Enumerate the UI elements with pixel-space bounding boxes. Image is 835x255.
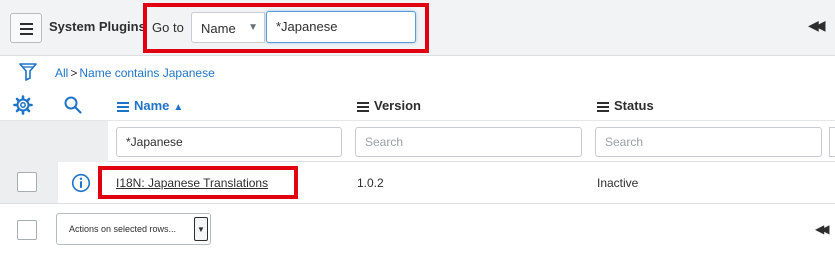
column-version-label: Version bbox=[374, 98, 421, 113]
column-header-status[interactable]: Status bbox=[597, 98, 654, 114]
gear-icon[interactable] bbox=[13, 95, 33, 115]
status-search-field[interactable] bbox=[595, 127, 822, 157]
version-search-input[interactable] bbox=[356, 128, 581, 156]
column-menu-icon[interactable] bbox=[597, 100, 609, 114]
name-search-input[interactable] bbox=[117, 128, 341, 156]
first-page-icon[interactable]: ◀◀ bbox=[808, 17, 825, 34]
search-icon[interactable] bbox=[63, 95, 83, 115]
first-page-icon[interactable]: ◀◀ bbox=[815, 222, 830, 236]
plugin-version: 1.0.2 bbox=[357, 176, 384, 190]
breadcrumb-separator: > bbox=[70, 66, 78, 80]
list-footer: Actions on selected rows... ▼ ◀◀ bbox=[0, 204, 835, 255]
row-checkbox[interactable] bbox=[17, 172, 37, 192]
column-menu-icon[interactable] bbox=[357, 100, 369, 114]
column-menu-icon[interactable] bbox=[117, 100, 129, 114]
info-icon[interactable] bbox=[71, 173, 91, 193]
highlight-plugin-row bbox=[98, 166, 298, 199]
highlight-goto-box bbox=[143, 3, 429, 53]
select-all-checkbox[interactable] bbox=[17, 220, 37, 240]
column-header-version[interactable]: Version bbox=[357, 98, 421, 114]
status-search-input[interactable] bbox=[596, 128, 821, 156]
hamburger-icon bbox=[20, 23, 33, 25]
column-name-label: Name bbox=[134, 98, 170, 113]
column-search-row bbox=[0, 120, 835, 162]
actions-select-label: Actions on selected rows... bbox=[69, 224, 177, 234]
version-search-field[interactable] bbox=[355, 127, 582, 157]
actions-select[interactable]: Actions on selected rows... ▼ bbox=[56, 213, 211, 245]
name-search-field[interactable] bbox=[116, 127, 342, 157]
column-header-name[interactable]: Name ▲ bbox=[117, 98, 183, 114]
breadcrumb-all[interactable]: All bbox=[55, 66, 68, 80]
filter-icon[interactable] bbox=[19, 62, 37, 82]
breadcrumb-condition[interactable]: Name contains Japanese bbox=[79, 66, 214, 80]
caret-down-icon: ▼ bbox=[197, 225, 205, 234]
context-menu-button[interactable] bbox=[10, 13, 42, 43]
breadcrumb: All > Name contains Japanese bbox=[55, 66, 215, 80]
plugin-status: Inactive bbox=[597, 176, 639, 190]
list-title: System Plugins bbox=[49, 19, 146, 34]
column-status-label: Status bbox=[614, 98, 654, 113]
sort-ascending-icon: ▲ bbox=[173, 102, 184, 113]
actions-dropdown-button[interactable]: ▼ bbox=[194, 217, 208, 241]
